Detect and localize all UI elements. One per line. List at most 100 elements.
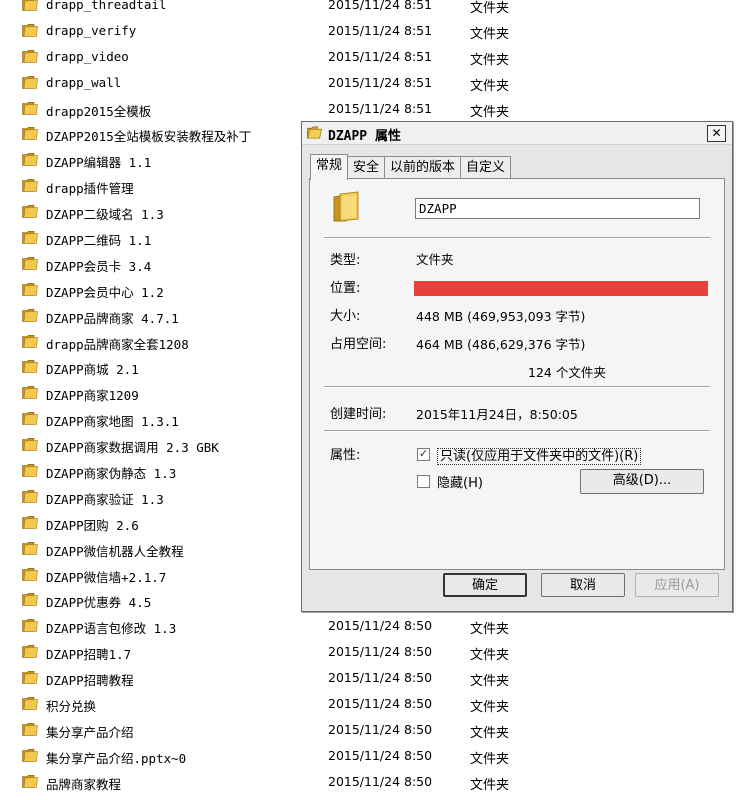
file-date: 2015/11/24 8:51 [328, 22, 433, 38]
file-type: 文件夹 [470, 725, 510, 741]
file-row[interactable]: DZAPP招聘1.7 2015/11/24 8:50 文件夹 [0, 639, 743, 665]
file-name: drapp_threadtail [46, 0, 167, 12]
disk-size-value: 464 MB (486,629,376 字节) [416, 337, 586, 352]
folder-icon [22, 127, 38, 141]
file-row[interactable]: DZAPP招聘教程 2015/11/24 8:50 文件夹 [0, 665, 743, 691]
file-row[interactable]: 积分兑换 2015/11/24 8:50 文件夹 [0, 691, 743, 717]
tab-general[interactable]: 常规 [310, 154, 349, 180]
properties-dialog: DZAPP 属性 ✕ 常规 安全 以前的版本 自定义 DZAPP 类型: 文件夹… [301, 121, 733, 612]
hidden-label: 隐藏(H) [437, 476, 483, 491]
file-type: 文件夹 [470, 751, 510, 767]
file-name: DZAPP商家验证 1.3 [46, 491, 164, 507]
file-name: DZAPP语言包修改 1.3 [46, 621, 177, 637]
file-row[interactable]: drapp_wall 2015/11/24 8:51 文件夹 [0, 70, 743, 96]
folder-icon [22, 205, 38, 218]
created-label: 创建时间: [330, 407, 387, 422]
location-label: 位置: [330, 281, 361, 296]
folder-icon [22, 464, 38, 477]
file-name: DZAPP商家1209 [46, 388, 139, 404]
folder-icon [22, 722, 38, 736]
folder-icon [22, 438, 38, 451]
folder-icon [22, 231, 38, 244]
file-row[interactable]: drapp_verify 2015/11/24 8:51 文件夹 [0, 18, 743, 44]
file-date: 2015/11/24 8:50 [328, 644, 433, 660]
file-date: 2015/11/24 8:50 [328, 670, 433, 686]
folder-icon [22, 541, 38, 555]
type-value: 文件夹 [416, 252, 454, 267]
folder-icon [22, 671, 38, 684]
file-name: 品牌商家教程 [46, 776, 122, 792]
folder-icon [22, 75, 38, 89]
file-name: DZAPP微信机器人全教程 [46, 543, 184, 559]
file-name: DZAPP微信墙+2.1.7 [46, 569, 167, 585]
hidden-checkbox[interactable] [417, 475, 430, 488]
folder-icon [22, 153, 38, 167]
folder-icon [307, 126, 322, 139]
folder-icon [22, 308, 38, 322]
file-type: 文件夹 [470, 674, 510, 690]
tab-customize[interactable]: 自定义 [460, 156, 512, 179]
file-name: DZAPP会员卡 3.4 [46, 258, 152, 274]
contains-value: 124 个文件夹 [528, 365, 606, 380]
file-row[interactable]: 品牌商家教程 2015/11/24 8:50 文件夹 [0, 769, 743, 795]
tab-previous-versions[interactable]: 以前的版本 [384, 156, 462, 179]
file-date: 2015/11/24 8:50 [328, 618, 433, 634]
file-row[interactable]: 集分享产品介绍.pptx~0 2015/11/24 8:50 文件夹 [0, 743, 743, 769]
file-type: 文件夹 [470, 78, 510, 94]
folder-icon [22, 412, 38, 426]
location-redaction [414, 281, 708, 296]
tab-strip: 常规 安全 以前的版本 自定义 [310, 154, 512, 180]
cancel-button[interactable]: 取消 [541, 573, 625, 597]
folder-name-input[interactable]: DZAPP [415, 198, 700, 219]
folder-icon [22, 256, 38, 270]
file-type: 文件夹 [470, 1, 510, 16]
file-date: 2015/11/24 8:50 [328, 773, 433, 789]
file-date: 2015/11/24 8:51 [328, 0, 433, 12]
divider [324, 386, 710, 388]
file-name: DZAPP招聘1.7 [46, 647, 132, 663]
divider [324, 430, 710, 432]
file-row[interactable]: 集分享产品介绍 2015/11/24 8:50 文件夹 [0, 717, 743, 743]
folder-icon [22, 489, 38, 503]
file-date: 2015/11/24 8:51 [328, 48, 433, 64]
apply-button[interactable]: 应用(A) [635, 573, 719, 597]
file-name: DZAPP团购 2.6 [46, 517, 139, 533]
folder-icon [333, 191, 359, 222]
file-name: drapp2015全模板 [46, 103, 152, 119]
file-name: drapp品牌商家全套1208 [46, 336, 189, 352]
folder-icon [22, 697, 38, 710]
file-type: 文件夹 [470, 26, 510, 42]
divider [324, 237, 710, 239]
folder-icon [22, 49, 38, 63]
folder-icon [22, 334, 38, 348]
advanced-button[interactable]: 高级(D)... [580, 469, 704, 494]
dialog-title: DZAPP 属性 [328, 129, 401, 144]
file-type: 文件夹 [470, 648, 510, 664]
attributes-label: 属性: [330, 448, 361, 463]
readonly-checkbox[interactable]: ✓ [417, 448, 430, 461]
file-type: 文件夹 [470, 52, 510, 68]
checkmark-icon: ✓ [418, 447, 429, 460]
folder-icon [22, 748, 38, 762]
size-value: 448 MB (469,953,093 字节) [416, 309, 586, 324]
file-date: 2015/11/24 8:51 [328, 74, 433, 90]
file-name: DZAPP商家伪静态 1.3 [46, 466, 177, 482]
disk-size-label: 占用空间: [330, 337, 387, 352]
dialog-titlebar[interactable]: DZAPP 属性 ✕ [302, 122, 732, 145]
file-name: DZAPP商城 2.1 [46, 362, 139, 378]
file-row[interactable]: drapp_threadtail 2015/11/24 8:51 文件夹 [0, 0, 743, 18]
close-icon: ✕ [711, 126, 722, 140]
file-row[interactable]: drapp2015全模板 2015/11/24 8:51 文件夹 [0, 96, 743, 122]
folder-icon [22, 774, 38, 788]
file-name: DZAPP2015全站模板安装教程及补丁 [46, 129, 252, 145]
file-name: DZAPP二级域名 1.3 [46, 207, 164, 223]
folder-icon [22, 515, 38, 529]
file-date: 2015/11/24 8:50 [328, 721, 433, 737]
close-button[interactable]: ✕ [707, 125, 726, 142]
file-name: DZAPP商家数据调用 2.3 GBK [46, 440, 219, 456]
ok-button[interactable]: 确定 [443, 573, 527, 597]
tab-security[interactable]: 安全 [347, 156, 386, 179]
folder-icon [22, 386, 38, 400]
file-row[interactable]: DZAPP语言包修改 1.3 2015/11/24 8:50 文件夹 [0, 613, 743, 639]
file-row[interactable]: drapp_video 2015/11/24 8:51 文件夹 [0, 44, 743, 70]
